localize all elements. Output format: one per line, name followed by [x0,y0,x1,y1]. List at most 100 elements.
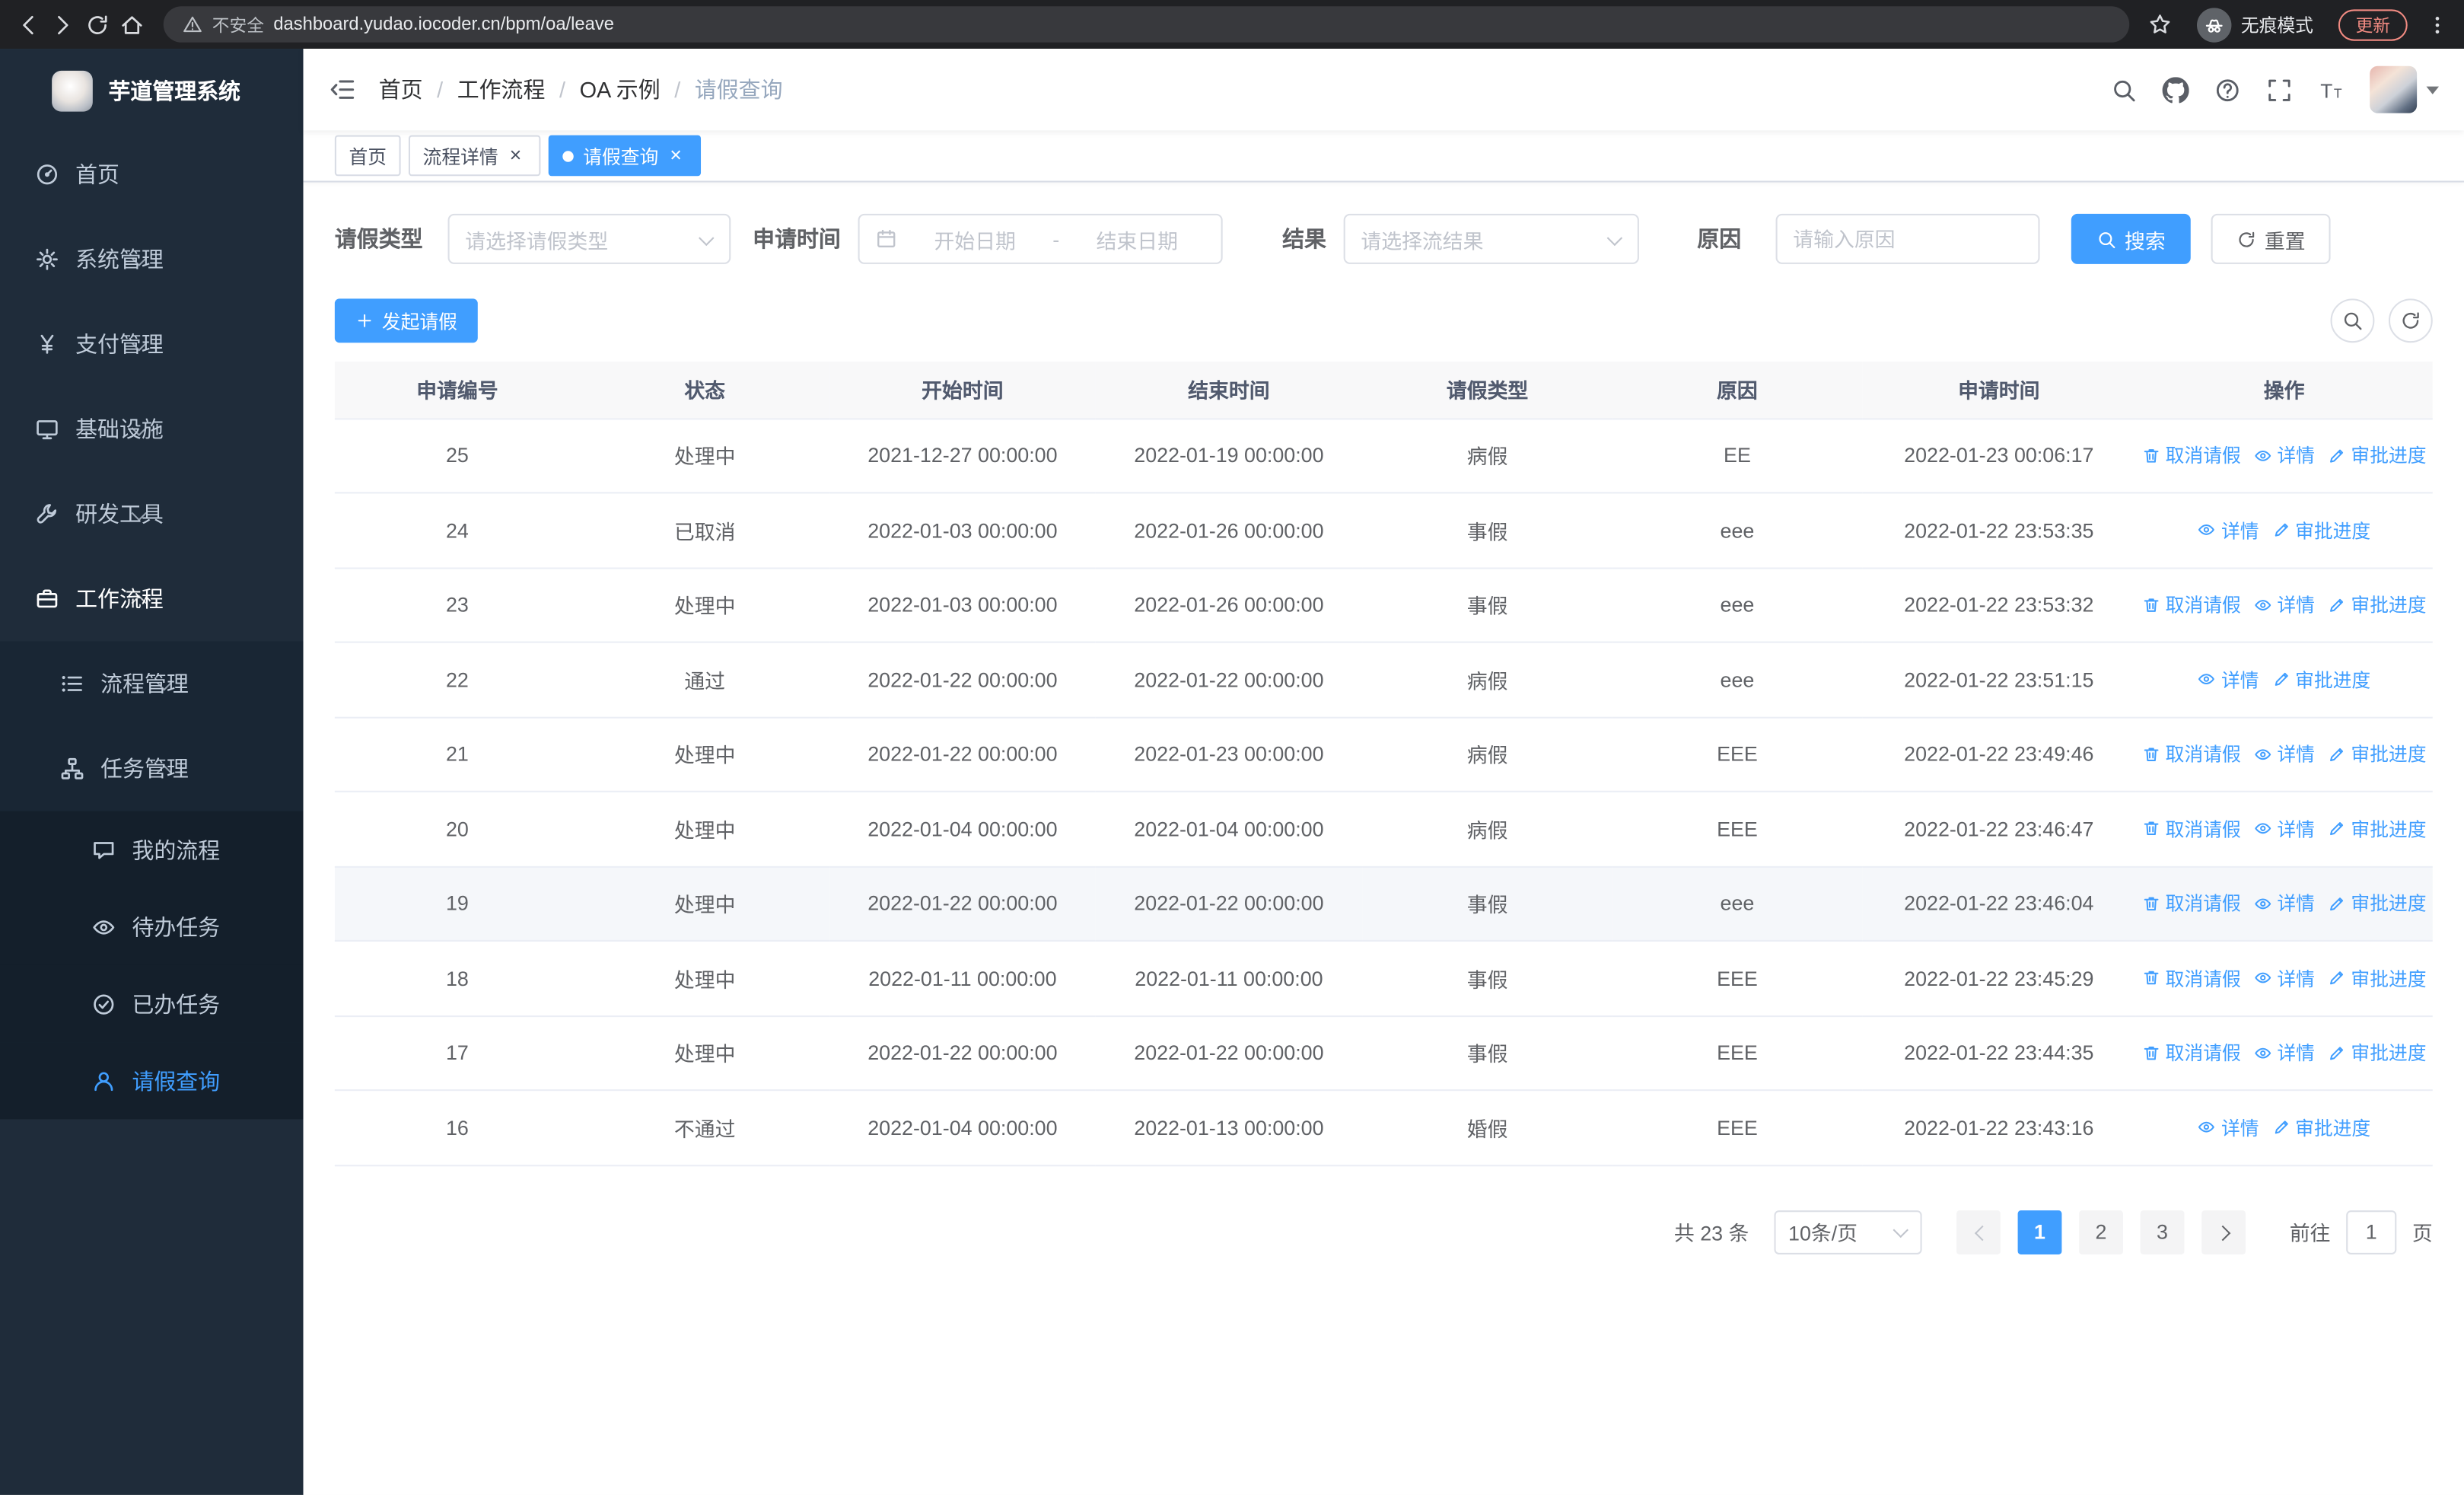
cell-actions: 详情 审批进度 [2135,642,2433,718]
sidebar-item-payment[interactable]: 支付管理 [0,301,304,387]
leave-type-select[interactable]: 请选择请假类型 [447,213,731,264]
progress-action[interactable]: 审批进度 [2327,741,2427,767]
toggle-search-button[interactable] [2330,298,2375,343]
dashboard-icon [34,162,59,187]
cancel-action[interactable]: 取消请假 [2142,1040,2241,1066]
progress-action[interactable]: 审批进度 [2271,666,2370,693]
sidebar-item-devtools[interactable]: 研发工具 [0,472,304,557]
progress-action[interactable]: 审批进度 [2327,1040,2427,1066]
progress-action[interactable]: 审批进度 [2327,890,2427,916]
progress-action[interactable]: 审批进度 [2327,591,2427,618]
breadcrumb-separator: / [437,77,444,103]
security-warning-icon [183,14,203,35]
create-leave-button[interactable]: 发起请假 [334,298,478,343]
yen-icon [34,332,59,357]
sidebar-item-done-tasks[interactable]: 已办任务 [0,964,304,1043]
gear-icon [34,247,59,272]
fullscreen-icon[interactable] [2266,76,2293,103]
github-icon[interactable] [2162,76,2189,103]
result-select[interactable]: 请选择流结果 [1343,213,1639,264]
cell-start_time: 2022-01-11 00:00:00 [829,940,1096,1017]
app-logo[interactable]: 芋道管理系统 [0,49,304,132]
url-bar[interactable]: 不安全 dashboard.yudao.iocoder.cn/bpm/oa/le… [163,6,2130,43]
action-label: 审批进度 [2351,818,2427,841]
browser-back-icon[interactable] [16,11,41,37]
progress-action[interactable]: 审批进度 [2327,815,2427,842]
browser-forward-icon[interactable] [50,11,75,37]
goto-page-input[interactable] [2346,1210,2397,1254]
tab-leave-query[interactable]: 请假查询 × [548,135,702,177]
detail-action[interactable]: 详情 [2198,1114,2259,1141]
refresh-table-button[interactable] [2388,298,2433,343]
bookmark-star-icon[interactable] [2148,13,2172,37]
cancel-action[interactable]: 取消请假 [2142,815,2241,842]
cancel-action[interactable]: 取消请假 [2142,442,2241,469]
cancel-action[interactable]: 取消请假 [2142,890,2241,916]
search-button[interactable]: 搜索 [2071,213,2191,264]
action-label: 审批进度 [2295,669,2371,692]
next-page-button[interactable] [2201,1210,2246,1254]
sidebar-item-system[interactable]: 系统管理 [0,217,304,302]
sidebar-toggle-icon[interactable] [329,75,357,104]
breadcrumb-item[interactable]: 首页 [379,74,423,105]
progress-action[interactable]: 审批进度 [2327,964,2427,991]
chevron-up-icon [158,762,172,776]
sidebar-item-leave-query[interactable]: 请假查询 [0,1042,304,1120]
sidebar-item-todo-tasks[interactable]: 待办任务 [0,888,304,965]
progress-action[interactable]: 审批进度 [2327,442,2427,469]
edit-icon [2327,819,2346,838]
sidebar-item-workflow[interactable]: 工作流程 [0,556,304,642]
table-row: 17 处理中 2022-01-22 00:00:00 2022-01-22 00:00… [334,1015,2433,1092]
apply-time-range-picker[interactable]: 开始日期 - 结束日期 [858,213,1223,264]
detail-action[interactable]: 详情 [2253,591,2315,618]
sidebar-item-my-process[interactable]: 我的流程 [0,811,304,888]
user-avatar[interactable] [2370,65,2440,113]
tab-process-detail[interactable]: 流程详情 × [408,135,541,177]
page-button-2[interactable]: 2 [2079,1210,2123,1254]
progress-action[interactable]: 审批进度 [2271,1114,2370,1141]
breadcrumb-item[interactable]: 工作流程 [457,74,546,105]
close-icon[interactable]: × [505,145,527,167]
sidebar-item-task-mgmt[interactable]: 任务管理 [0,726,304,811]
browser-reload-icon[interactable] [85,11,110,37]
detail-action[interactable]: 详情 [2198,517,2259,543]
page-button-3[interactable]: 3 [2140,1210,2185,1254]
detail-action[interactable]: 详情 [2253,741,2315,767]
font-size-icon[interactable]: TT [2318,76,2345,103]
start-date-placeholder: 开始日期 [934,228,1016,253]
sidebar-item-infrastructure[interactable]: 基础设施 [0,387,304,472]
detail-action[interactable]: 详情 [2253,442,2315,469]
browser-update-button[interactable]: 更新 [2338,8,2408,40]
help-icon[interactable] [2214,76,2241,103]
action-label: 详情 [2220,520,2259,542]
detail-action[interactable]: 详情 [2253,890,2315,916]
sidebar-item-label: 已办任务 [132,991,221,1017]
page-button-1[interactable]: 1 [2017,1210,2062,1254]
cell-status: 处理中 [580,791,830,867]
progress-action[interactable]: 审批进度 [2271,517,2370,543]
detail-action[interactable]: 详情 [2253,964,2315,991]
edit-icon [2327,446,2346,465]
header-search-icon[interactable] [2110,76,2137,103]
cancel-action[interactable]: 取消请假 [2142,591,2241,618]
cell-status: 处理中 [580,1015,830,1092]
cell-reason: eee [1612,642,1863,718]
tab-home[interactable]: 首页 [334,135,401,177]
browser-home-icon[interactable] [119,11,145,37]
close-icon[interactable]: × [665,145,687,167]
prev-page-button[interactable] [1956,1210,2001,1254]
reason-input[interactable] [1775,213,2040,264]
cell-end_time: 2022-01-19 00:00:00 [1095,418,1363,494]
browser-menu-icon[interactable] [2427,14,2449,36]
detail-action[interactable]: 详情 [2253,1040,2315,1066]
detail-action[interactable]: 详情 [2198,666,2259,693]
cell-start_time: 2021-12-27 00:00:00 [829,418,1096,494]
breadcrumb-item[interactable]: OA 示例 [580,74,661,105]
reset-button[interactable]: 重置 [2211,213,2331,264]
detail-action[interactable]: 详情 [2253,815,2315,842]
sidebar-item-home[interactable]: 首页 [0,132,304,217]
cancel-action[interactable]: 取消请假 [2142,741,2241,767]
sidebar-item-process-mgmt[interactable]: 流程管理 [0,641,304,727]
cancel-action[interactable]: 取消请假 [2142,964,2241,991]
page-size-select[interactable]: 10条/页 [1774,1210,1922,1254]
